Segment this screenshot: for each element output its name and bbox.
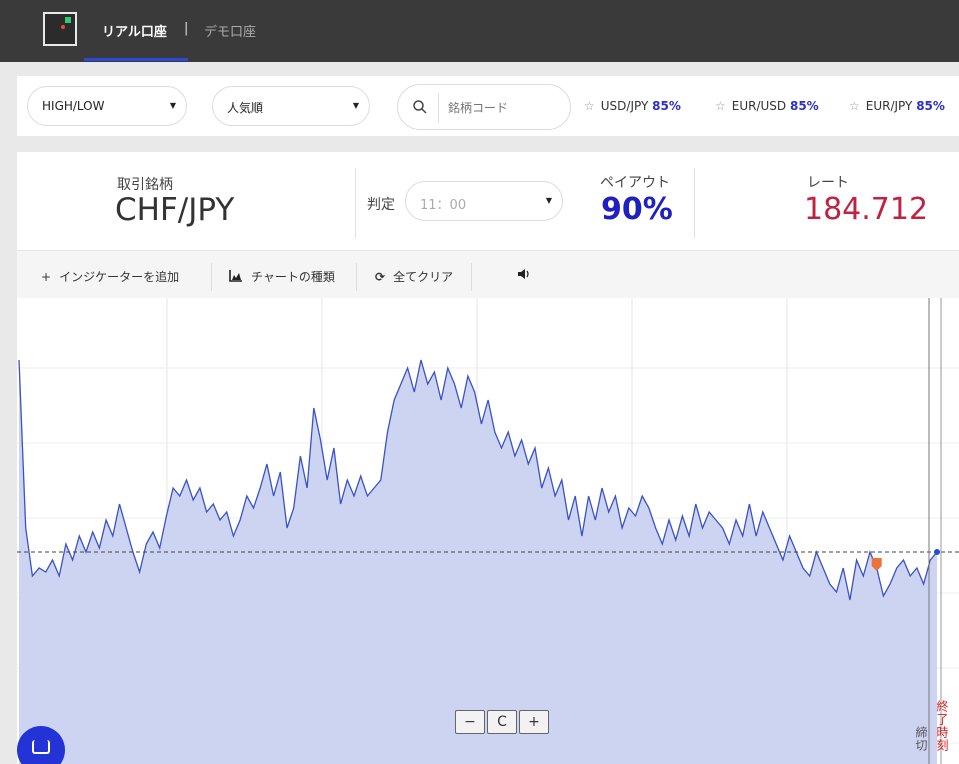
chart-type-icon	[229, 270, 242, 282]
chart-type-button[interactable]: チャートの種類	[229, 268, 335, 285]
zoom-reset-button[interactable]: C	[487, 710, 517, 734]
search-icon	[413, 100, 427, 114]
favorite-payout: 85%	[652, 99, 681, 113]
add-indicator-label: インジケーターを追加	[59, 270, 180, 284]
end-time-label: 終了時刻	[935, 700, 949, 752]
speaker-icon-glyph	[518, 269, 529, 279]
trade-type-select[interactable]: HIGH/LOW ▼	[27, 86, 187, 126]
clear-all-label: 全てクリア	[393, 270, 454, 284]
tab-separator: |	[184, 21, 189, 36]
trade-type-value: HIGH/LOW	[42, 99, 105, 113]
toolbar-divider	[471, 263, 472, 291]
info-divider	[694, 168, 695, 238]
speaker-icon[interactable]	[517, 268, 531, 283]
toolbar-divider	[356, 263, 357, 291]
payout-value: 90%	[601, 192, 673, 227]
pair-value: CHF/JPY	[115, 192, 235, 228]
current-price-dot	[934, 549, 940, 555]
favorite-pair-name: EUR/USD	[731, 99, 787, 113]
refresh-icon: ⟳	[375, 270, 386, 284]
filter-bar: HIGH/LOW ▼ 人気順 ▼ ☆ USD/JPY 85% ☆ EUR/USD 8…	[17, 76, 959, 136]
zoom-out-button[interactable]: −	[455, 710, 485, 734]
top-nav: リアル口座 | デモ口座	[0, 0, 959, 62]
active-tab-indicator	[84, 58, 188, 61]
plus-icon: +	[41, 270, 52, 284]
chart-type-label: チャートの種類	[251, 270, 335, 284]
judge-time-select[interactable]: 11：00 ▼	[405, 181, 563, 221]
sort-value: 人気順	[227, 101, 264, 115]
zoom-in-button[interactable]: +	[519, 710, 549, 734]
app-logo-icon[interactable]	[43, 12, 77, 46]
symbol-search[interactable]	[397, 84, 571, 130]
favorite-pair-name: EUR/JPY	[865, 99, 913, 113]
trade-info-panel: 取引銘柄 CHF/JPY 判定 11：00 ▼ ペイアウト 90% レート 18…	[17, 152, 959, 250]
sort-select[interactable]: 人気順 ▼	[212, 86, 370, 126]
favorite-pair-name: USD/JPY	[600, 99, 649, 113]
chat-icon	[32, 740, 50, 754]
favorite-payout: 85%	[916, 99, 945, 113]
star-icon[interactable]: ☆	[584, 99, 595, 113]
info-divider	[355, 168, 356, 238]
tab-real-account[interactable]: リアル口座	[102, 21, 167, 40]
favorite-pair-usdjpy[interactable]: ☆ USD/JPY 85%	[584, 99, 681, 113]
favorite-payout: 85%	[789, 99, 819, 113]
price-chart[interactable]: − C + 締切 終了時刻	[17, 298, 959, 764]
star-icon[interactable]: ☆	[715, 99, 726, 113]
favorite-pair-eurusd[interactable]: ☆ EUR/USD 85%	[715, 99, 819, 113]
add-indicator-button[interactable]: + インジケーターを追加	[41, 268, 179, 285]
chart-toolbar: + インジケーターを追加 チャートの種類 ⟳ 全てクリア	[17, 250, 959, 298]
payout-label: ペイアウト	[600, 175, 670, 191]
rate-value: 184.712	[804, 192, 929, 227]
tab-demo-account[interactable]: デモ口座	[204, 21, 256, 40]
star-icon[interactable]: ☆	[849, 99, 860, 113]
judge-time-value: 11：00	[420, 198, 467, 213]
rate-label: レート	[807, 175, 849, 191]
search-input[interactable]	[448, 97, 558, 119]
price-chart-svg	[17, 298, 959, 764]
search-divider	[438, 93, 439, 123]
clear-all-button[interactable]: ⟳ 全てクリア	[375, 268, 453, 285]
close-time-label: 締切	[914, 726, 928, 752]
price-area	[19, 360, 937, 764]
caret-down-icon: ▼	[169, 101, 176, 110]
toolbar-divider	[211, 263, 212, 291]
logo-red-mark	[61, 25, 65, 29]
judge-label: 判定	[367, 197, 395, 213]
caret-down-icon: ▼	[352, 101, 359, 110]
favorite-pair-eurjpy[interactable]: ☆ EUR/JPY 85%	[849, 99, 945, 113]
pair-label: 取引銘柄	[117, 177, 173, 193]
caret-down-icon: ▼	[545, 196, 552, 205]
logo-green-mark	[65, 17, 71, 23]
